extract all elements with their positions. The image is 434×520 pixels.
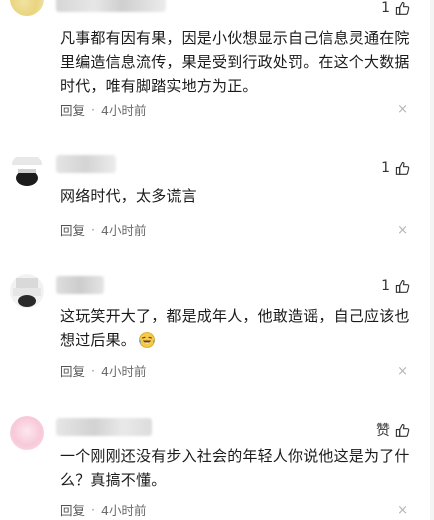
username-blurred[interactable]: [56, 0, 166, 12]
close-icon[interactable]: ×: [397, 504, 408, 517]
avatar[interactable]: [10, 274, 44, 308]
like-count: 1: [381, 0, 390, 16]
like-count: 1: [381, 278, 390, 294]
like-count: 1: [381, 160, 390, 176]
avatar[interactable]: [10, 416, 44, 450]
comment-text: 凡事都有因有果，因是小伙想显示自己信息灵通在院里编造信息流传，果是受到行政处罚。…: [60, 29, 410, 95]
thumbs-up-icon: [395, 279, 410, 293]
thumbs-up-icon: [395, 161, 410, 175]
avatar[interactable]: [10, 153, 44, 187]
scrollbar-track[interactable]: [430, 0, 434, 520]
reply-button[interactable]: 回复: [60, 361, 85, 380]
comment-meta: 回复 · 4小时前: [60, 100, 146, 119]
username-blurred[interactable]: [56, 155, 116, 173]
comment-meta: 回复 · 4小时前: [60, 500, 146, 519]
close-icon[interactable]: ×: [397, 103, 408, 116]
laughing-tears-emoji-icon: [138, 331, 156, 356]
like-button[interactable]: 1: [381, 160, 410, 176]
reply-button[interactable]: 回复: [60, 100, 85, 119]
timestamp: 4小时前: [101, 223, 147, 238]
close-icon[interactable]: ×: [397, 224, 408, 237]
username-blurred[interactable]: [56, 418, 152, 436]
reply-button[interactable]: 回复: [60, 500, 85, 519]
separator-dot: ·: [91, 102, 95, 117]
comment-text: 这玩笑开大了，都是成年人，他敢造谣，自己应该也想过后果。: [60, 304, 420, 356]
comment-text: 一个刚刚还没有步入社会的年轻人你说他这是为了什么？真搞不懂。: [60, 447, 410, 489]
thumbs-up-icon: [395, 423, 410, 437]
reply-button[interactable]: 回复: [60, 220, 85, 239]
avatar-image: [10, 274, 44, 308]
timestamp: 4小时前: [101, 503, 147, 518]
comment-text-content: 这玩笑开大了，都是成年人，他敢造谣，自己应该也想过后果。: [60, 307, 410, 349]
comment-meta: 回复 · 4小时前: [60, 361, 146, 380]
timestamp: 4小时前: [101, 103, 147, 118]
separator-dot: ·: [91, 222, 95, 237]
like-button[interactable]: 1: [381, 278, 410, 294]
separator-dot: ·: [91, 502, 95, 517]
username-blurred[interactable]: [56, 276, 104, 294]
close-icon[interactable]: ×: [397, 365, 408, 378]
separator-dot: ·: [91, 363, 95, 378]
timestamp: 4小时前: [101, 364, 147, 379]
thumbs-up-icon: [395, 1, 410, 15]
like-button[interactable]: 1: [381, 0, 410, 16]
comment-list: 1 凡事都有因有果，因是小伙想显示自己信息灵通在院里编造信息流传，果是受到行政处…: [0, 0, 434, 520]
like-button[interactable]: 赞: [376, 420, 410, 440]
avatar-image: [10, 153, 44, 187]
comment-text: 网络时代，太多谎言: [60, 187, 197, 205]
comment-meta: 回复 · 4小时前: [60, 220, 146, 239]
avatar[interactable]: [10, 0, 44, 16]
like-label: 赞: [376, 423, 390, 439]
